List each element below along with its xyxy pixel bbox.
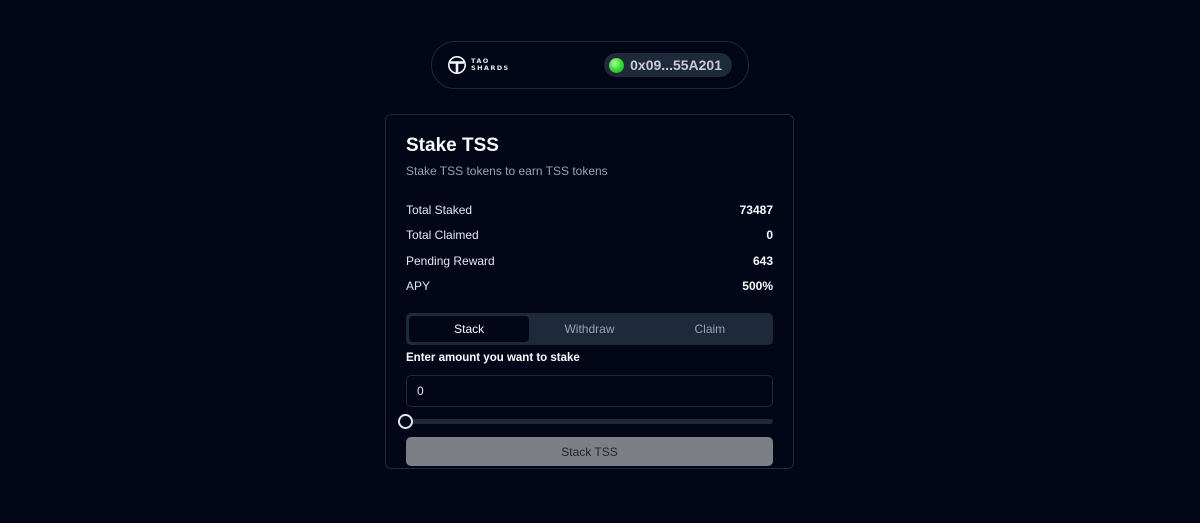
stat-label: Total Staked <box>406 202 473 217</box>
stat-value: 500% <box>742 279 773 294</box>
card-title: Stake TSS <box>406 135 499 156</box>
tao-shards-logo[interactable]: TAO SHARDS <box>448 56 510 74</box>
stat-value: 73487 <box>739 202 773 217</box>
stat-row-pending-reward: Pending Reward 643 <box>406 248 773 274</box>
stake-submit-button[interactable]: Stack TSS <box>406 437 773 466</box>
stat-label: Total Claimed <box>406 228 479 243</box>
stat-row-total-staked: Total Staked 73487 <box>406 197 773 223</box>
slider-thumb[interactable] <box>398 414 413 429</box>
wallet-avatar-icon <box>609 57 625 73</box>
amount-input[interactable] <box>406 375 773 407</box>
tab-withdraw[interactable]: Withdraw <box>529 316 649 342</box>
stake-card: Stake TSS Stake TSS tokens to earn TSS t… <box>385 114 794 469</box>
tab-claim[interactable]: Claim <box>650 316 770 342</box>
wallet-address: 0x09...55A201 <box>630 57 722 73</box>
stat-label: APY <box>406 279 431 294</box>
slider-track[interactable] <box>406 419 773 424</box>
amount-slider[interactable] <box>398 414 773 429</box>
wallet-button[interactable]: 0x09...55A201 <box>604 53 732 77</box>
stat-label: Pending Reward <box>406 253 495 268</box>
stat-value: 0 <box>766 228 773 243</box>
stat-value: 643 <box>752 253 773 268</box>
logo-line-2: SHARDS <box>471 64 510 72</box>
card-subtitle: Stake TSS tokens to earn TSS tokens <box>406 164 608 178</box>
stat-row-total-claimed: Total Claimed 0 <box>406 223 773 249</box>
stat-row-apy: APY 500% <box>406 274 773 300</box>
tao-shards-logo-icon <box>448 56 466 74</box>
amount-label: Enter amount you want to stake <box>406 352 580 364</box>
stats-list: Total Staked 73487 Total Claimed 0 Pendi… <box>406 197 773 299</box>
logo-wordmark: TAO SHARDS <box>471 58 510 72</box>
action-tabs: Stack Withdraw Claim <box>406 313 773 345</box>
tab-stack[interactable]: Stack <box>409 316 530 342</box>
top-navbar: TAO SHARDS 0x09...55A201 <box>431 41 749 89</box>
